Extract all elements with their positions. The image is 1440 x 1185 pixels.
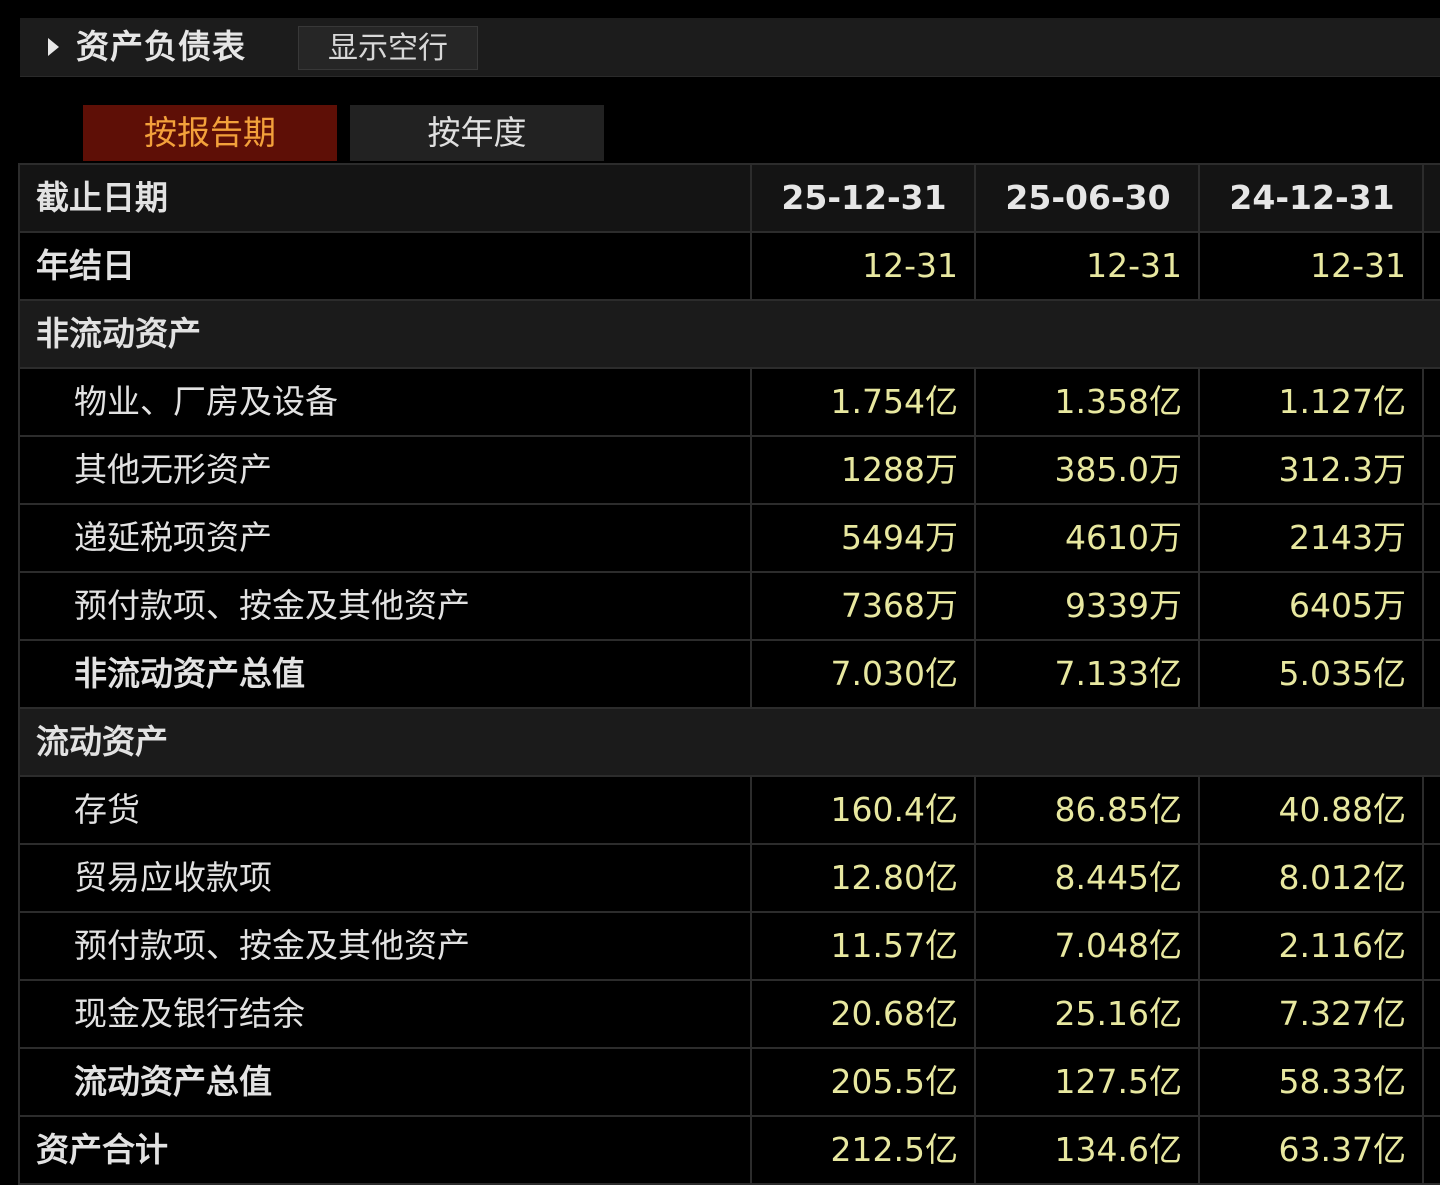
column-header[interactable]: 25-12-31 — [754, 165, 976, 231]
tab-by-year[interactable]: 按年度 — [350, 105, 604, 161]
row-label: 递延税项资产 — [20, 505, 752, 571]
table-row: 现金及银行结余 20.68亿 25.16亿 7.327亿 — [20, 981, 1440, 1049]
table-row: 预付款项、按金及其他资产 11.57亿 7.048亿 2.116亿 — [20, 913, 1440, 981]
row-label: 流动资产总值 — [20, 1049, 752, 1115]
tab-by-report-period[interactable]: 按报告期 — [83, 105, 337, 161]
value-cell: 5494万 — [754, 505, 976, 571]
value-cell: 40.88亿 — [1202, 777, 1424, 843]
table-row: 递延税项资产 5494万 4610万 2143万 — [20, 505, 1440, 573]
table-row: 贸易应收款项 12.80亿 8.445亿 8.012亿 — [20, 845, 1440, 913]
column-header[interactable]: 25-06-30 — [978, 165, 1200, 231]
caret-right-icon[interactable] — [48, 38, 59, 56]
value-cell: 12-31 — [978, 233, 1200, 299]
row-label: 非流动资产总值 — [20, 641, 752, 707]
value-cell: 2.116亿 — [1202, 913, 1424, 979]
value-cell: 7.030亿 — [754, 641, 976, 707]
table-row: 流动资产总值 205.5亿 127.5亿 58.33亿 — [20, 1049, 1440, 1117]
table-row: 资产合计 212.5亿 134.6亿 63.37亿 — [20, 1117, 1440, 1185]
row-label: 年结日 — [20, 233, 752, 299]
row-label: 其他无形资产 — [20, 437, 752, 503]
value-cell: 25.16亿 — [978, 981, 1200, 1047]
table-row: 存货 160.4亿 86.85亿 40.88亿 — [20, 777, 1440, 845]
section-row: 非流动资产 — [20, 301, 1440, 369]
value-cell: 8.012亿 — [1202, 845, 1424, 911]
table-row: 其他无形资产 1288万 385.0万 312.3万 — [20, 437, 1440, 505]
value-cell: 4610万 — [978, 505, 1200, 571]
value-cell: 312.3万 — [1202, 437, 1424, 503]
table-body: 年结日 12-31 12-31 12-31 非流动资产 物业、厂房及设备 1.754亿 1.3… — [20, 233, 1440, 1185]
row-label: 资产合计 — [20, 1117, 752, 1183]
value-cell: 9339万 — [978, 573, 1200, 639]
show-empty-rows-button[interactable]: 显示空行 — [298, 26, 478, 70]
section-title[interactable]: 资产负债表 — [76, 26, 246, 68]
value-cell: 63.37亿 — [1202, 1117, 1424, 1183]
value-cell: 160.4亿 — [754, 777, 976, 843]
table-row: 年结日 12-31 12-31 12-31 — [20, 233, 1440, 301]
value-cell: 12-31 — [1202, 233, 1424, 299]
section-label: 非流动资产 — [36, 314, 201, 353]
column-header[interactable]: 24-12-31 — [1202, 165, 1424, 231]
value-cell: 212.5亿 — [754, 1117, 976, 1183]
value-cell: 7.048亿 — [978, 913, 1200, 979]
table-header-row: 截止日期 25-12-31 25-06-30 24-12-31 — [20, 165, 1440, 233]
value-cell: 1.754亿 — [754, 369, 976, 435]
value-cell: 1.358亿 — [978, 369, 1200, 435]
row-label: 预付款项、按金及其他资产 — [20, 573, 752, 639]
value-cell: 127.5亿 — [978, 1049, 1200, 1115]
value-cell: 7.327亿 — [1202, 981, 1424, 1047]
table-row: 物业、厂房及设备 1.754亿 1.358亿 1.127亿 — [20, 369, 1440, 437]
value-cell: 8.445亿 — [978, 845, 1200, 911]
table-row: 预付款项、按金及其他资产 7368万 9339万 6405万 — [20, 573, 1440, 641]
value-cell: 385.0万 — [978, 437, 1200, 503]
row-label: 预付款项、按金及其他资产 — [20, 913, 752, 979]
value-cell: 11.57亿 — [754, 913, 976, 979]
row-label: 现金及银行结余 — [20, 981, 752, 1047]
row-label: 存货 — [20, 777, 752, 843]
table-row: 非流动资产总值 7.030亿 7.133亿 5.035亿 — [20, 641, 1440, 709]
header-label: 截止日期 — [20, 165, 752, 231]
value-cell: 6405万 — [1202, 573, 1424, 639]
balance-sheet-table: 截止日期 25-12-31 25-06-30 24-12-31 年结日 12-31… — [20, 163, 1440, 1185]
section-row: 流动资产 — [20, 709, 1440, 777]
section-header-bar: 资产负债表 显示空行 — [20, 18, 1440, 77]
value-cell: 20.68亿 — [754, 981, 976, 1047]
value-cell: 7368万 — [754, 573, 976, 639]
value-cell: 2143万 — [1202, 505, 1424, 571]
value-cell: 86.85亿 — [978, 777, 1200, 843]
value-cell: 58.33亿 — [1202, 1049, 1424, 1115]
value-cell: 1288万 — [754, 437, 976, 503]
value-cell: 12.80亿 — [754, 845, 976, 911]
value-cell: 1.127亿 — [1202, 369, 1424, 435]
row-label: 物业、厂房及设备 — [20, 369, 752, 435]
value-cell: 134.6亿 — [978, 1117, 1200, 1183]
value-cell: 5.035亿 — [1202, 641, 1424, 707]
row-label: 贸易应收款项 — [20, 845, 752, 911]
section-label: 流动资产 — [36, 722, 168, 761]
value-cell: 12-31 — [754, 233, 976, 299]
value-cell: 7.133亿 — [978, 641, 1200, 707]
value-cell: 205.5亿 — [754, 1049, 976, 1115]
